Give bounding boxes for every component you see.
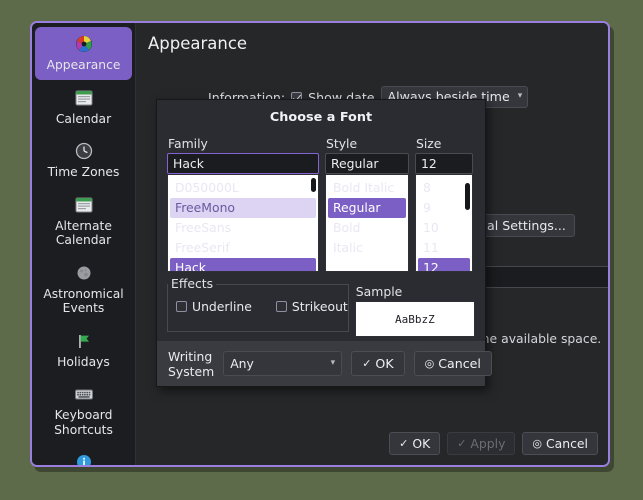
check-icon: ✓ [457, 437, 466, 450]
sidebar-item-label: Alternate Calendar [37, 219, 130, 248]
cancel-circle-icon: ◎ [425, 357, 435, 370]
strikeout-option[interactable]: Strikeout [276, 299, 348, 314]
list-item[interactable]: D050000L [170, 178, 316, 198]
sidebar-item-label: Astronomical Events [37, 287, 130, 316]
style-listbox[interactable]: Bold Italic Regular Bold Italic [325, 174, 409, 272]
chevron-down-icon: ▾ [518, 92, 523, 101]
writing-system-label: Writing System [168, 349, 214, 379]
list-item[interactable]: 11 [418, 238, 470, 258]
family-listbox[interactable]: D050000L FreeMono FreeSans FreeSerif Hac… [167, 174, 319, 272]
sidebar-item-astronomical-events[interactable]: Astronomical Events [35, 256, 132, 323]
list-item[interactable]: FreeSans [170, 218, 316, 238]
page-title: Appearance [148, 34, 247, 53]
cancel-button-label: Cancel [546, 436, 588, 451]
effects-label: Effects [168, 276, 216, 291]
family-column: Family D050000L FreeMono FreeSans FreeSe… [167, 136, 319, 272]
list-item[interactable]: Regular [328, 198, 406, 218]
style-label: Style [326, 136, 409, 151]
sample-column: Sample AaBbzZ [355, 284, 475, 337]
sidebar-item-label: Holidays [37, 355, 130, 370]
list-item[interactable]: Italic [328, 238, 406, 258]
sidebar-item-label: Appearance [37, 58, 130, 73]
list-item[interactable]: Bold [328, 218, 406, 238]
keyboard-icon [73, 383, 95, 405]
size-column: Size 8 9 10 11 12 [415, 136, 473, 272]
family-label: Family [168, 136, 319, 151]
apply-button[interactable]: ✓ Apply [447, 432, 515, 455]
sidebar-item-holidays[interactable]: Holidays [35, 324, 132, 377]
dialog-ok-button[interactable]: ✓ OK [351, 351, 404, 376]
dialog-title: Choose a Font [157, 100, 485, 125]
style-column: Style Bold Italic Regular Bold Italic [325, 136, 409, 272]
background-text-field[interactable] [466, 266, 608, 288]
available-space-note: ll the available space. [466, 331, 601, 346]
calendar-window-icon [73, 194, 95, 216]
list-item[interactable]: Hack [170, 258, 316, 272]
info-icon [73, 451, 95, 467]
style-input[interactable] [325, 153, 409, 174]
size-listbox[interactable]: 8 9 10 11 12 [415, 174, 473, 272]
moon-icon [73, 262, 95, 284]
sidebar-item-label: Calendar [37, 112, 130, 127]
list-item[interactable]: 10 [418, 218, 470, 238]
effects-group: Effects Underline Strikeout [167, 284, 349, 332]
check-icon: ✓ [362, 357, 371, 370]
window-button-bar: ✓ OK ✓ Apply ◎ Cancel [389, 432, 598, 455]
check-icon: ✓ [399, 437, 408, 450]
dialog-cancel-button[interactable]: ◎ Cancel [414, 351, 492, 376]
sidebar: Appearance Calendar [32, 23, 136, 465]
list-item[interactable]: FreeSerif [170, 238, 316, 258]
ok-button-label: OK [412, 436, 430, 451]
sidebar-item-calendar[interactable]: Calendar [35, 81, 132, 134]
dialog-body: Family D050000L FreeMono FreeSans FreeSe… [157, 136, 485, 337]
size-input[interactable] [415, 153, 473, 174]
list-item[interactable]: 9 [418, 198, 470, 218]
calendar-window-icon [73, 87, 95, 109]
writing-system-combo[interactable]: Any ▾ [223, 351, 342, 376]
list-item[interactable]: Bold Italic [328, 178, 406, 198]
strikeout-label: Strikeout [292, 299, 348, 314]
family-input[interactable] [167, 153, 319, 174]
sample-preview: AaBbzZ [355, 301, 475, 337]
regional-settings-button[interactable]: al Settings... [478, 214, 575, 237]
clock-icon [73, 140, 95, 162]
sidebar-item-keyboard-shortcuts[interactable]: Keyboard Shortcuts [35, 377, 132, 444]
ok-button[interactable]: ✓ OK [389, 432, 440, 455]
chevron-down-icon: ▾ [331, 359, 336, 368]
dialog-cancel-label: Cancel [438, 356, 481, 371]
sidebar-item-alternate-calendar[interactable]: Alternate Calendar [35, 188, 132, 255]
dialog-ok-label: OK [375, 356, 393, 371]
sidebar-item-about[interactable]: About [35, 445, 132, 467]
list-item[interactable]: FreeMono [170, 198, 316, 218]
underline-label: Underline [192, 299, 252, 314]
size-scrollbar[interactable] [465, 183, 470, 210]
sample-label: Sample [356, 284, 475, 299]
sidebar-item-appearance[interactable]: Appearance [35, 27, 132, 80]
sidebar-item-label: Keyboard Shortcuts [37, 408, 130, 437]
writing-system-value: Any [230, 356, 254, 371]
sidebar-item-time-zones[interactable]: Time Zones [35, 134, 132, 187]
color-wheel-icon [73, 33, 95, 55]
underline-option[interactable]: Underline [176, 299, 252, 314]
cancel-button[interactable]: ◎ Cancel [522, 432, 598, 455]
strikeout-checkbox[interactable] [276, 301, 287, 312]
sidebar-item-label: Time Zones [37, 165, 130, 180]
dialog-footer: Writing System Any ▾ ✓ OK ◎ Cancel [157, 341, 485, 386]
cancel-circle-icon: ◎ [532, 437, 542, 450]
choose-font-dialog: Choose a Font Family D050000L FreeMono F… [156, 99, 486, 387]
list-item[interactable]: 8 [418, 178, 470, 198]
apply-button-label: Apply [470, 436, 505, 451]
size-label: Size [416, 136, 473, 151]
list-item[interactable]: 12 [418, 258, 470, 272]
family-scrollbar[interactable] [311, 178, 316, 192]
underline-checkbox[interactable] [176, 301, 187, 312]
green-flag-icon [73, 330, 95, 352]
